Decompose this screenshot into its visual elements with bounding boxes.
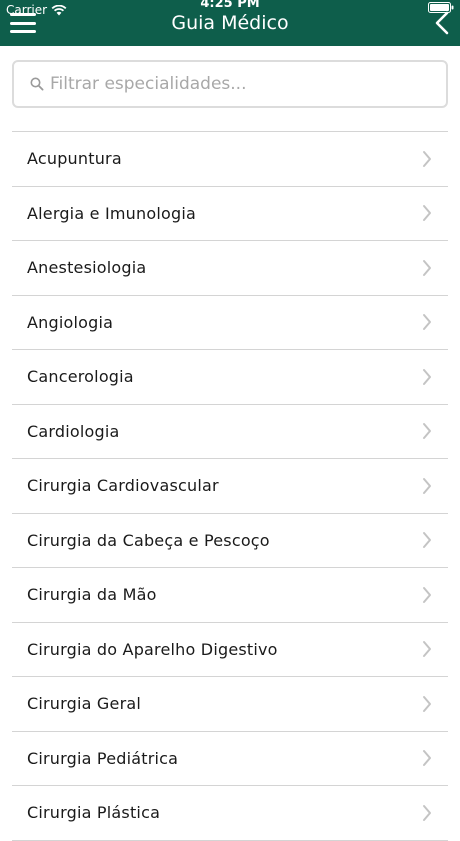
chevron-right-icon [423, 368, 431, 385]
status-time: 4:25 PM [200, 0, 260, 11]
list-item[interactable]: Cancerologia [12, 350, 448, 405]
specialty-label: Anestesiologia [27, 258, 147, 278]
list-item[interactable]: Angiologia [12, 296, 448, 350]
chevron-right-icon [423, 259, 431, 276]
search-input[interactable] [50, 69, 446, 99]
chevron-right-icon [423, 804, 431, 821]
specialty-label: Cirurgia Geral [27, 694, 141, 714]
chevron-right-icon [423, 477, 431, 494]
specialty-label: Alergia e Imunologia [27, 203, 196, 223]
specialty-label: Cirurgia da Cabeça e Pescoço [27, 530, 270, 550]
chevron-right-icon [423, 314, 431, 331]
chevron-right-icon [423, 150, 431, 167]
search-icon [30, 77, 44, 91]
chevron-left-icon[interactable] [432, 10, 452, 36]
specialty-label: Angiologia [27, 312, 114, 332]
chevron-right-icon [423, 695, 431, 712]
chevron-right-icon [423, 205, 431, 222]
page-title: Guia Médico [171, 12, 289, 34]
specialty-list: Acupuntura Alergia e Imunologia Anestesiol… [12, 131, 448, 841]
list-item[interactable]: Cirurgia Plástica [12, 786, 448, 841]
list-item[interactable]: Acupuntura [12, 132, 448, 187]
specialty-label: Cirurgia da Mão [27, 585, 157, 605]
chevron-right-icon [423, 586, 431, 603]
list-item[interactable]: Cirurgia do Aparelho Digestivo [12, 623, 448, 677]
specialty-label: Cirurgia do Aparelho Digestivo [27, 639, 278, 659]
list-item[interactable]: Cirurgia Cardiovascular [12, 459, 448, 514]
chevron-right-icon [423, 750, 431, 767]
list-item[interactable]: Anestesiologia [12, 241, 448, 296]
chevron-right-icon [423, 532, 431, 549]
specialty-label: Cirurgia Plástica [27, 803, 161, 823]
specialty-label: Acupuntura [27, 149, 122, 169]
list-item[interactable]: Cirurgia da Mão [12, 568, 448, 623]
chevron-right-icon [423, 641, 431, 658]
list-item[interactable]: Cirurgia Pediátrica [12, 732, 448, 786]
list-item[interactable]: Alergia e Imunologia [12, 187, 448, 241]
list-item[interactable]: Cirurgia da Cabeça e Pescoço [12, 514, 448, 568]
search-bar[interactable] [12, 60, 448, 108]
list-item[interactable]: Cirurgia Geral [12, 677, 448, 732]
specialty-label: Cancerologia [27, 367, 134, 387]
specialty-label: Cirurgia Pediátrica [27, 748, 179, 768]
specialty-label: Cirurgia Cardiovascular [27, 476, 219, 496]
nav-header: Carrier 4:25 PM Guia Médico [0, 0, 460, 46]
list-item[interactable]: Cardiologia [12, 405, 448, 459]
specialty-label: Cardiologia [27, 421, 120, 441]
chevron-right-icon [423, 423, 431, 440]
